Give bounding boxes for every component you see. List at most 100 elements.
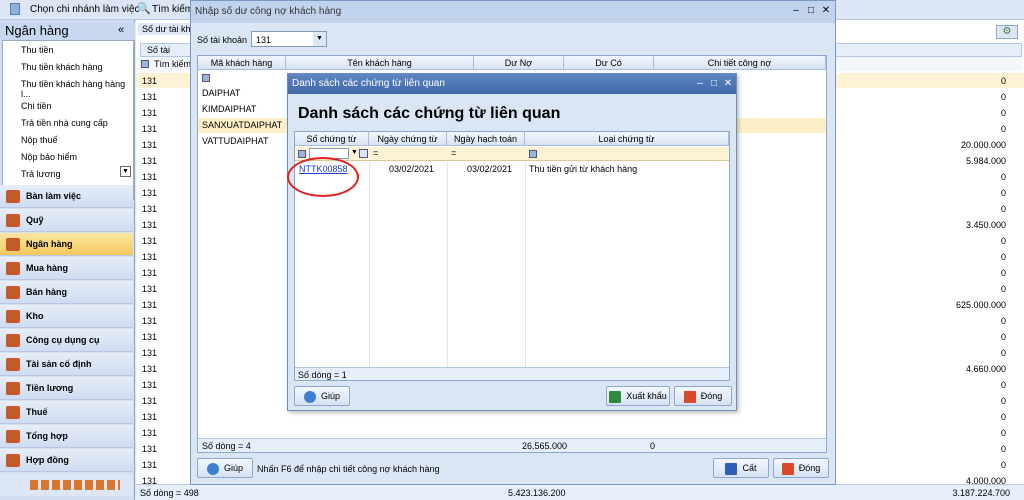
amount-cell[interactable]: 0 — [1001, 204, 1006, 214]
module-ngan-hang[interactable]: Ngân hàng — [0, 233, 133, 256]
export-button[interactable]: Xuất khẩu — [606, 386, 670, 406]
amount-cell[interactable]: 0 — [1001, 284, 1006, 294]
amount-cell[interactable]: 0 — [1001, 428, 1006, 438]
amount-cell[interactable]: 625.000.000 — [956, 300, 1006, 310]
branch-selector[interactable]: Chọn chi nhánh làm việc — [30, 4, 140, 15]
col-du-co[interactable]: Dư Có — [564, 56, 654, 70]
col-du-no[interactable]: Dư Nợ — [474, 56, 564, 70]
close-button[interactable]: Đóng — [773, 458, 829, 478]
module-ban-lam-viec[interactable]: Bàn làm việc — [0, 185, 133, 208]
account-code-cell[interactable]: 131 — [142, 316, 157, 326]
sidebar-item-chi-tien[interactable]: Chi tiền — [21, 101, 52, 111]
list-scroll-down-icon[interactable]: ▼ — [120, 166, 131, 177]
account-code-cell[interactable]: 131 — [142, 268, 157, 278]
customer-row[interactable]: DAIPHAT — [202, 88, 240, 98]
module-ban-hang[interactable]: Bán hàng — [0, 281, 133, 304]
amount-cell[interactable]: 0 — [1001, 172, 1006, 182]
module-kho[interactable]: Kho — [0, 305, 133, 328]
close-icon[interactable]: ✕ — [723, 79, 733, 89]
minimize-icon[interactable]: – — [791, 6, 801, 16]
account-code-cell[interactable]: 131 — [142, 364, 157, 374]
maximize-icon[interactable]: □ — [806, 6, 816, 16]
main-filter-label[interactable]: Tìm kiếm — [154, 59, 191, 69]
amount-cell[interactable]: 0 — [1001, 460, 1006, 470]
search-link[interactable]: Tìm kiếm — [152, 4, 193, 15]
customer-row[interactable]: VATTUDAIPHAT — [202, 136, 269, 146]
chevron-down-icon[interactable]: ▼ — [351, 149, 358, 156]
col-so-chung-tu[interactable]: Số chứng từ — [295, 132, 369, 146]
module-cong-cu-dung-cu[interactable]: Công cụ dụng cụ — [0, 329, 133, 352]
close-button[interactable]: Đóng — [674, 386, 732, 406]
module-mua-hang[interactable]: Mua hàng — [0, 257, 133, 280]
account-code-cell[interactable]: 131 — [142, 188, 157, 198]
amount-cell[interactable]: 0 — [1001, 348, 1006, 358]
account-code-cell[interactable]: 131 — [142, 460, 157, 470]
amount-cell[interactable]: 0 — [1001, 108, 1006, 118]
account-code-cell[interactable]: 131 — [142, 252, 157, 262]
account-code-cell[interactable]: 131 — [142, 300, 157, 310]
amount-cell[interactable]: 0 — [1001, 412, 1006, 422]
amount-cell[interactable]: 0 — [1001, 268, 1006, 278]
chevron-down-icon[interactable]: ▼ — [313, 32, 326, 46]
collapse-icon[interactable]: « — [118, 24, 124, 36]
account-code-cell[interactable]: 131 — [142, 140, 157, 150]
amount-cell[interactable]: 4.660.000 — [966, 364, 1006, 374]
account-code-cell[interactable]: 131 — [142, 204, 157, 214]
sidebar-item-nop-bao-hiem[interactable]: Nộp bảo hiểm — [21, 152, 77, 162]
sidebar-item-nop-thue[interactable]: Nộp thuế — [21, 135, 58, 145]
amount-cell[interactable]: 0 — [1001, 236, 1006, 246]
filter-clear-icon[interactable] — [359, 149, 368, 158]
col-ngay-hach-toan[interactable]: Ngày hạch toán — [447, 132, 525, 146]
account-code-cell[interactable]: 131 — [142, 156, 157, 166]
amount-cell[interactable]: 20.000.000 — [961, 140, 1006, 150]
account-code-cell[interactable]: 131 — [142, 124, 157, 134]
module-tong-hop[interactable]: Tổng hợp — [0, 425, 133, 448]
sidebar-item-tra-tien-ncc[interactable]: Trả tiền nhà cung cấp — [21, 118, 108, 128]
account-code-cell[interactable]: 131 — [142, 380, 157, 390]
col-chi-tiet[interactable]: Chi tiết công nợ — [654, 56, 826, 70]
module-quy[interactable]: Quỹ — [0, 209, 133, 232]
shortcut-icons[interactable] — [30, 480, 120, 490]
account-code-cell[interactable]: 131 — [142, 76, 157, 86]
account-code-cell[interactable]: 131 — [142, 284, 157, 294]
amount-cell[interactable]: 0 — [1001, 332, 1006, 342]
module-hop-dong[interactable]: Hợp đồng — [0, 449, 133, 472]
module-tien-luong[interactable]: Tiền lương — [0, 377, 133, 400]
amount-cell[interactable]: 0 — [1001, 76, 1006, 86]
account-code-cell[interactable]: 131 — [142, 444, 157, 454]
account-code-cell[interactable]: 131 — [142, 348, 157, 358]
account-code-cell[interactable]: 131 — [142, 412, 157, 422]
filter-icon[interactable] — [202, 74, 210, 82]
sidebar-item-tra-luong[interactable]: Trả lương — [21, 169, 61, 179]
customer-row[interactable]: KIMDAIPHAT — [202, 104, 256, 114]
amount-cell[interactable]: 0 — [1001, 252, 1006, 262]
module-thue[interactable]: Thuế — [0, 401, 133, 424]
minimize-icon[interactable]: – — [695, 79, 705, 89]
amount-cell[interactable]: 3.450.000 — [966, 220, 1006, 230]
equals-icon[interactable]: = — [451, 148, 456, 158]
module-tai-san-co-dinh[interactable]: Tài sản cố định — [0, 353, 133, 376]
amount-cell[interactable]: 0 — [1001, 396, 1006, 406]
account-code-cell[interactable]: 131 — [142, 396, 157, 406]
col-ma-kh[interactable]: Mã khách hàng — [198, 56, 286, 70]
amount-cell[interactable]: 5.984.000 — [966, 156, 1006, 166]
amount-cell[interactable]: 0 — [1001, 188, 1006, 198]
save-button[interactable]: Cất — [713, 458, 769, 478]
help-button[interactable]: Giúp — [197, 458, 253, 478]
account-code-cell[interactable]: 131 — [142, 108, 157, 118]
account-code-cell[interactable]: 131 — [142, 332, 157, 342]
col-ten-kh[interactable]: Tên khách hàng — [286, 56, 474, 70]
filter-icon[interactable] — [529, 150, 537, 158]
amount-cell[interactable]: 0 — [1001, 444, 1006, 454]
equals-icon[interactable]: = — [373, 148, 378, 158]
filter-icon[interactable] — [298, 150, 306, 158]
account-code-cell[interactable]: 131 — [142, 428, 157, 438]
amount-cell[interactable]: 0 — [1001, 124, 1006, 134]
help-button[interactable]: Giúp — [294, 386, 350, 406]
account-select[interactable]: 131 ▼ — [251, 31, 327, 47]
maximize-icon[interactable]: □ — [709, 79, 719, 89]
account-code-cell[interactable]: 131 — [142, 92, 157, 102]
sidebar-item-thu-tien-hang-loat[interactable]: Thu tiền khách hàng hàng l... — [21, 79, 133, 99]
account-code-cell[interactable]: 131 — [142, 220, 157, 230]
sidebar-item-thu-tien-khach-hang[interactable]: Thu tiền khách hàng — [21, 62, 103, 72]
